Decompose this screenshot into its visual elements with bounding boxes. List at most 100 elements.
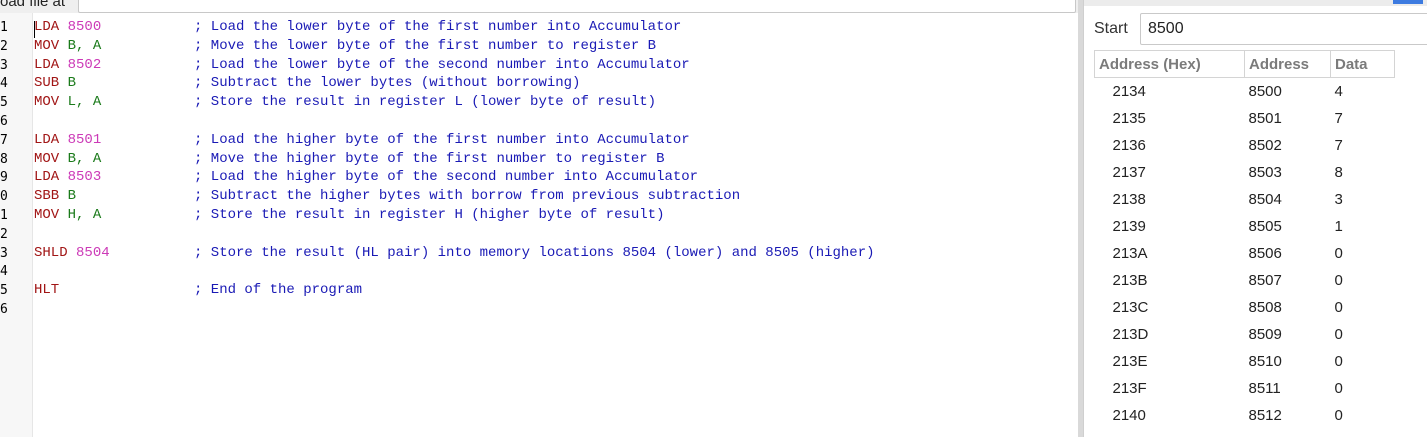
- cell-data[interactable]: 1: [1331, 213, 1395, 240]
- cell-data[interactable]: 0: [1331, 321, 1395, 348]
- code-line[interactable]: HLT ; End of the program: [34, 281, 1074, 300]
- cell-data[interactable]: 3: [1331, 186, 1395, 213]
- cell-address-hex: 213F: [1112, 380, 1147, 397]
- mnemonic: LDA: [34, 56, 60, 73]
- memory-row[interactable]: 213C 8508 0: [1095, 294, 1395, 321]
- code-line[interactable]: SHLD 8504 ; Store the result (HL pair) in…: [34, 244, 1074, 263]
- separator: [59, 132, 67, 148]
- code-line[interactable]: [34, 300, 1074, 319]
- code-line[interactable]: SUB B ; Subtract the lower bytes (without…: [34, 74, 1074, 93]
- code-line[interactable]: MOV B, A ; Move the higher byte of the fi…: [34, 150, 1074, 169]
- operand-address: 8500: [67, 19, 102, 35]
- memory-row[interactable]: 213D 8509 0: [1095, 321, 1395, 348]
- cell-address-hex: 213B: [1112, 272, 1148, 289]
- memory-row[interactable]: 2136 8502 7: [1095, 132, 1395, 159]
- code-line[interactable]: [34, 262, 1074, 281]
- code-line[interactable]: LDA 8501 ; Load the higher byte of the fi…: [34, 131, 1074, 150]
- cell-data[interactable]: 0: [1331, 348, 1395, 375]
- comment: ; Store the result in register L (lower …: [194, 94, 657, 111]
- operand-register: B, A: [67, 150, 102, 167]
- mnemonic: SHLD: [34, 244, 68, 261]
- cell-data[interactable]: 0: [1331, 240, 1395, 267]
- cell-data[interactable]: 7: [1331, 132, 1395, 159]
- separator: [59, 151, 67, 167]
- operand-register: B: [67, 75, 77, 92]
- separator: [59, 19, 67, 35]
- cell-address: 8506: [1248, 245, 1282, 262]
- line-number: 3: [0, 245, 8, 261]
- memory-row[interactable]: 2134 8500 4: [1095, 78, 1395, 106]
- cell-data[interactable]: 0: [1331, 294, 1395, 321]
- comment: ; End of the program: [194, 282, 363, 299]
- memory-row[interactable]: 213F 8511 0: [1095, 375, 1395, 402]
- line-number: 1: [0, 20, 8, 35]
- panel-scroll-indicator: [1393, 0, 1423, 4]
- line-number: 6: [0, 302, 8, 317]
- comment: ; Move the lower byte of the first numbe…: [194, 37, 657, 54]
- separator: [59, 207, 67, 223]
- code-line[interactable]: MOV L, A ; Store the result in register L…: [34, 93, 1074, 112]
- cell-address-hex: 213E: [1112, 353, 1148, 370]
- separator: [59, 94, 67, 110]
- start-address-input[interactable]: [1140, 13, 1427, 45]
- cell-address: 8505: [1248, 218, 1282, 235]
- column-address-hex[interactable]: Address (Hex): [1094, 50, 1245, 78]
- memory-row[interactable]: 2139 8505 1: [1095, 213, 1395, 240]
- memory-table: Address (Hex) Address Data 2134 8500 4 2135…: [1094, 50, 1395, 429]
- column-address[interactable]: Address: [1244, 50, 1331, 78]
- cell-address: 8502: [1248, 137, 1282, 154]
- code-line[interactable]: LDA 8502 ; Load the lower byte of the sec…: [34, 56, 1074, 75]
- load-file-bar: oad file at: [0, 0, 1078, 13]
- mnemonic: MOV: [34, 207, 60, 223]
- separator: [59, 38, 67, 54]
- memory-row[interactable]: 2138 8504 3: [1095, 186, 1395, 213]
- cell-address-hex: 213C: [1112, 299, 1149, 316]
- memory-table-header: Address (Hex) Address Data: [1094, 50, 1395, 78]
- memory-row[interactable]: 213A 8506 0: [1095, 240, 1395, 267]
- separator: [59, 169, 67, 185]
- cell-data[interactable]: 4: [1331, 78, 1395, 106]
- memory-row[interactable]: 2137 8503 8: [1095, 159, 1395, 186]
- code-line[interactable]: [34, 112, 1074, 131]
- code-line[interactable]: MOV H, A ; Store the result in register H…: [34, 206, 1074, 225]
- cell-data[interactable]: 0: [1331, 402, 1395, 429]
- line-number: 2: [0, 226, 8, 242]
- code-line[interactable]: LDA 8500 ; Load the lower byte of the fir…: [34, 18, 1074, 37]
- code-line[interactable]: MOV B, A ; Move the lower byte of the fir…: [34, 37, 1074, 56]
- load-file-label: oad file at: [0, 0, 66, 10]
- line-number: 7: [0, 132, 8, 148]
- cell-address-hex: 2138: [1112, 191, 1146, 208]
- comment: ; Load the higher byte of the first numb…: [194, 131, 690, 148]
- cell-data[interactable]: 0: [1331, 267, 1395, 294]
- code-editor[interactable]: 1 2 3 4 5 6 7 8 9 0 1 2 3 4 5 6 LDA 8500 ; Load the lowe…: [0, 13, 1078, 437]
- load-file-input[interactable]: [78, 0, 1076, 13]
- line-number: 4: [0, 264, 8, 280]
- cell-address-hex: 2137: [1112, 164, 1146, 181]
- comment: ; Subtract the lower bytes (without borr…: [194, 75, 581, 92]
- cell-address: 8501: [1248, 110, 1282, 127]
- code-line[interactable]: LDA 8503 ; Load the higher byte of the se…: [34, 168, 1074, 187]
- memory-row[interactable]: 213B 8507 0: [1095, 267, 1395, 294]
- line-number: 5: [0, 283, 8, 299]
- cell-data[interactable]: 7: [1331, 105, 1395, 132]
- code-line[interactable]: [34, 225, 1074, 244]
- cell-address: 8509: [1248, 326, 1282, 343]
- line-number: 6: [0, 114, 8, 129]
- cell-address-hex: 2134: [1112, 83, 1146, 100]
- cell-data[interactable]: 0: [1331, 375, 1395, 402]
- comment: ; Store the result (HL pair) into memory…: [194, 244, 875, 261]
- memory-row[interactable]: 213E 8510 0: [1095, 348, 1395, 375]
- start-label: Start: [1094, 20, 1128, 37]
- code-line[interactable]: SBB B ; Subtract the higher bytes with bo…: [34, 187, 1074, 206]
- separator: [59, 188, 67, 204]
- cell-data[interactable]: 8: [1331, 159, 1395, 186]
- memory-row[interactable]: 2135 8501 7: [1095, 105, 1395, 132]
- comment: ; Move the higher byte of the first numb…: [194, 150, 665, 167]
- column-data[interactable]: Data: [1330, 50, 1395, 78]
- line-number: 4: [0, 76, 8, 92]
- operand-register: L, A: [67, 94, 102, 111]
- memory-row[interactable]: 2140 8512 0: [1095, 402, 1395, 429]
- cell-address: 8503: [1248, 164, 1282, 181]
- mnemonic: MOV: [34, 37, 60, 54]
- mnemonic: LDA: [34, 19, 60, 35]
